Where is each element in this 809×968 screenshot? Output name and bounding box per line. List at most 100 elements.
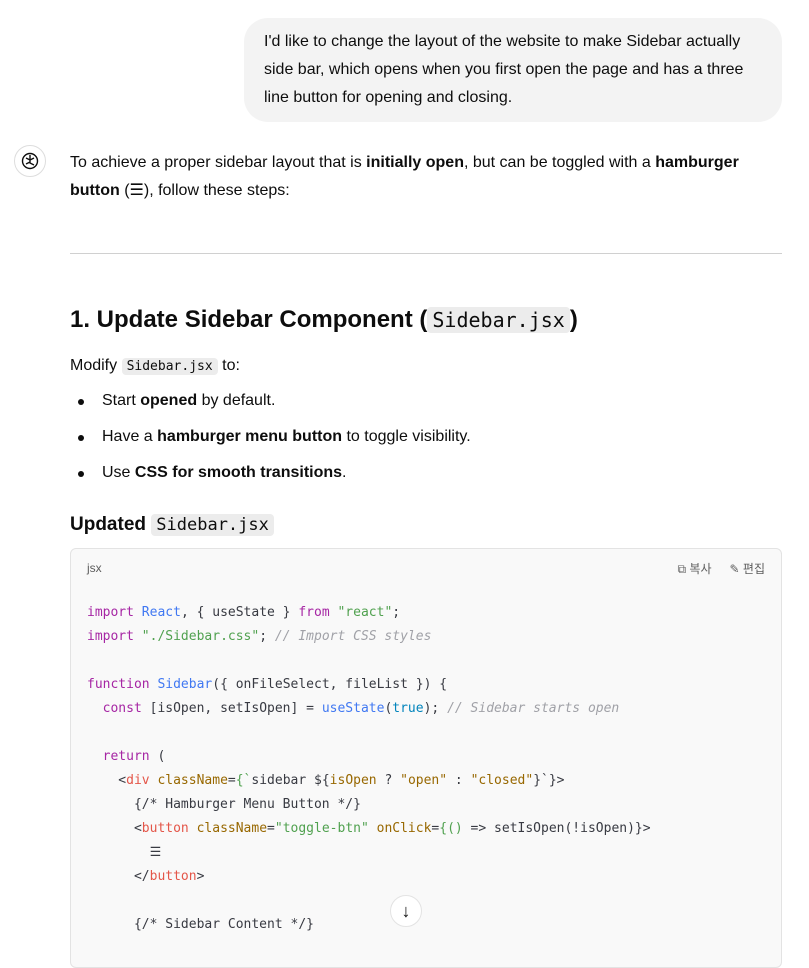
code-token: "./Sidebar.css" <box>141 629 260 644</box>
text: Use <box>102 464 135 481</box>
code-line: return ( <box>87 745 765 769</box>
code-token: "toggle-btn" <box>274 821 369 836</box>
code-block: jsx ⧉ 복사 ✎ 편집 import React, { useState }… <box>70 548 782 968</box>
code-token: < <box>87 821 142 836</box>
openai-logo-icon <box>21 152 39 170</box>
code-line: ☰ <box>87 841 765 865</box>
text: Have a <box>102 428 158 445</box>
code-token: ☰ <box>87 845 162 860</box>
code-token: isOpen <box>329 773 377 788</box>
code-token: function <box>87 677 150 692</box>
divider <box>70 253 782 254</box>
code-token: {` <box>235 773 252 788</box>
copy-button[interactable]: ⧉ 복사 <box>677 560 711 577</box>
text: Start <box>102 392 141 409</box>
code-line: </button> <box>87 865 765 889</box>
text: to: <box>217 357 240 374</box>
code-token: // Import CSS styles <box>274 629 432 644</box>
code-token: }`}> <box>533 773 565 788</box>
text: by default. <box>197 392 276 409</box>
code-token: sidebar ${ <box>251 773 330 788</box>
heading-text: 1. Update Sidebar Component ( <box>70 306 428 333</box>
code-token: Sidebar <box>157 677 213 692</box>
code-token: return <box>102 749 150 764</box>
text: . <box>342 464 347 481</box>
code-token: from <box>298 605 330 620</box>
code-token: "closed" <box>470 773 534 788</box>
intro-bold: initially open <box>366 154 464 171</box>
code-line: <button className="toggle-btn" onClick={… <box>87 817 765 841</box>
code-token: [isOpen, setIsOpen] = <box>141 701 322 716</box>
code-line: function Sidebar({ onFileSelect, fileLis… <box>87 673 765 697</box>
code-line: const [isOpen, setIsOpen] = useState(tru… <box>87 697 765 721</box>
code-token: : <box>447 773 471 788</box>
code-token: = <box>227 773 236 788</box>
code-token: true <box>392 701 424 716</box>
code-token: onClick <box>376 821 432 836</box>
heading-text: Updated <box>70 514 152 535</box>
heading-text: ) <box>569 306 578 333</box>
intro-text: To achieve a proper sidebar layout that … <box>70 154 367 171</box>
modify-text: Modify Sidebar.jsx to: <box>70 352 240 381</box>
code-token: className <box>196 821 268 836</box>
code-token: </ <box>87 869 150 884</box>
assistant-avatar <box>14 145 46 177</box>
code-token: ({ onFileSelect, fileList }) { <box>212 677 448 692</box>
edit-button[interactable]: ✎ 편집 <box>730 560 766 577</box>
code-line: {/* Sidebar Content */} <box>87 913 765 937</box>
list-item: Use CSS for smooth transitions. <box>70 459 471 487</box>
bold-text: opened <box>140 392 198 409</box>
code-token: {() <box>439 821 463 836</box>
copy-label: 복사 <box>689 561 712 576</box>
code-token: => setIsOpen(!isOpen)}> <box>462 821 651 836</box>
code-token: > <box>196 869 205 884</box>
user-message: I'd like to change the layout of the web… <box>244 18 782 122</box>
code-token: useState <box>321 701 385 716</box>
code-token: button <box>141 821 189 836</box>
code-token: import <box>87 629 134 644</box>
code-line: import "./Sidebar.css"; // Import CSS st… <box>87 625 765 649</box>
code-token: ( <box>149 749 166 764</box>
intro-text: (☰), follow these steps: <box>119 182 290 199</box>
sub-heading: Updated Sidebar.jsx <box>70 510 274 540</box>
edit-label: 편집 <box>742 561 765 576</box>
scroll-down-button[interactable]: ↓ <box>390 895 422 927</box>
code-token: ; <box>259 629 275 644</box>
code-token: className <box>157 773 228 788</box>
assistant-intro: To achieve a proper sidebar layout that … <box>70 149 782 205</box>
code-token: ); <box>423 701 448 716</box>
list-item: Start opened by default. <box>70 387 471 415</box>
steps-list: Start opened by default. Have a hamburge… <box>70 387 471 495</box>
pencil-icon: ✎ <box>729 561 740 576</box>
code-token: {/* Sidebar Content */} <box>87 917 314 932</box>
code-line: import React, { useState } from "react"; <box>87 601 765 625</box>
code-content: import React, { useState } from "react";… <box>71 587 781 937</box>
code-line: <div className={`sidebar ${isOpen ? "ope… <box>87 769 765 793</box>
section-heading: 1. Update Sidebar Component (Sidebar.jsx… <box>70 303 578 337</box>
inline-code: Sidebar.jsx <box>427 307 570 333</box>
arrow-down-icon: ↓ <box>401 900 411 921</box>
code-line: {/* Hamburger Menu Button */} <box>87 793 765 817</box>
bold-text: hamburger menu button <box>157 428 343 445</box>
code-token: "open" <box>400 773 448 788</box>
code-token: div <box>126 773 150 788</box>
code-language: jsx <box>87 561 102 575</box>
code-token: import <box>87 605 134 620</box>
code-token: ; <box>392 605 401 620</box>
intro-text: , but can be toggled with a <box>463 154 656 171</box>
code-token: ? <box>376 773 401 788</box>
code-token: React <box>141 605 181 620</box>
code-token: const <box>102 701 142 716</box>
code-token: < <box>87 773 127 788</box>
bold-text: CSS for smooth transitions <box>134 464 343 481</box>
code-token: "react" <box>337 605 393 620</box>
copy-icon: ⧉ <box>677 561 687 576</box>
